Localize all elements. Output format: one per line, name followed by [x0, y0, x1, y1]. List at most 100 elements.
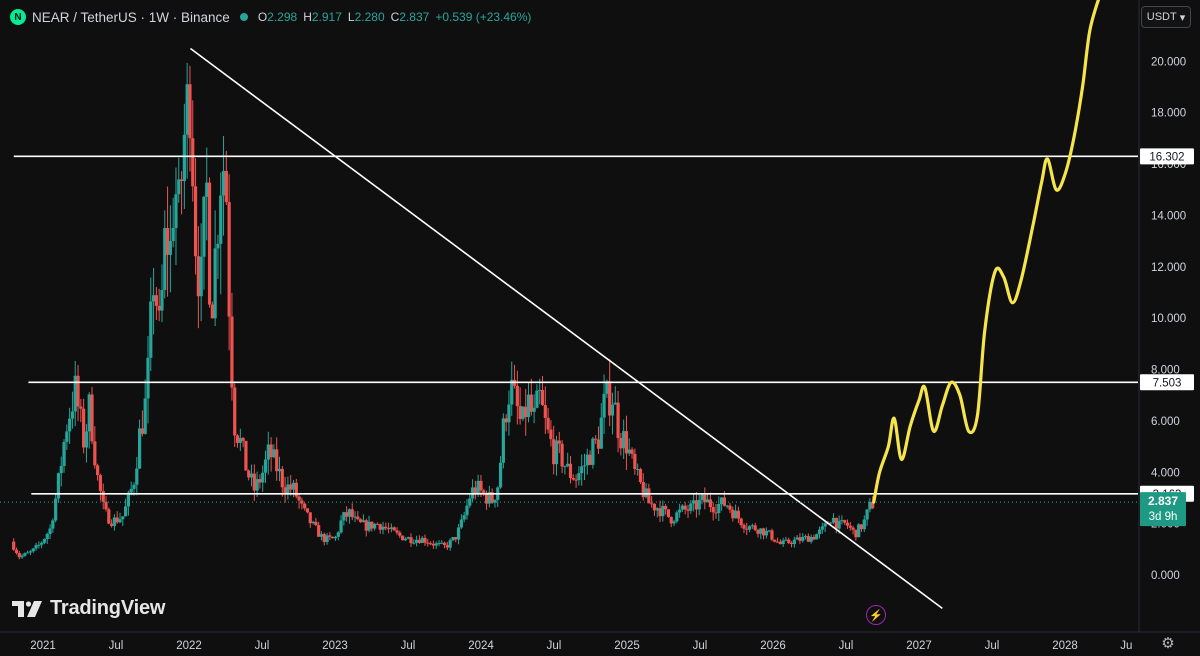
- lightning-icon[interactable]: ⚡: [866, 605, 886, 625]
- candle-body: [98, 475, 103, 492]
- candle-body: [510, 379, 514, 405]
- candle-body: [585, 454, 589, 466]
- tradingview-logo[interactable]: TradingView: [12, 597, 165, 620]
- x-tick-label: 2024: [468, 640, 494, 652]
- candle-body: [37, 544, 41, 546]
- candle-body: [70, 411, 75, 419]
- candle-body: [28, 551, 33, 553]
- candle-body: [342, 512, 346, 521]
- x-tick-label: Ju: [1120, 640, 1132, 652]
- candle-body: [521, 406, 525, 419]
- candle-body: [557, 440, 561, 444]
- candle-body: [454, 537, 458, 540]
- candle-body: [347, 509, 352, 517]
- candle-body: [627, 449, 631, 454]
- x-tick-label: Jul: [547, 640, 562, 652]
- y-tick-label: 6.000: [1151, 416, 1180, 428]
- x-tick-label: Jul: [985, 640, 1000, 652]
- near-logo-icon: N: [10, 9, 26, 25]
- candle-body: [303, 503, 307, 509]
- candle-body: [258, 479, 262, 483]
- candle-body: [132, 484, 136, 489]
- candle-body: [445, 545, 449, 548]
- currency-selector[interactable]: USDT ▾: [1141, 6, 1191, 28]
- candle-body: [470, 487, 475, 499]
- candle-body: [51, 520, 55, 529]
- candle-body: [823, 523, 827, 527]
- candle-body: [104, 501, 108, 510]
- candle-body: [353, 516, 357, 518]
- candle-body: [532, 407, 536, 412]
- candle-body: [658, 508, 662, 517]
- level-price-label: 7.503: [1153, 377, 1182, 389]
- candle-body: [815, 534, 819, 540]
- candle-body: [339, 520, 343, 533]
- symbol-title[interactable]: NEAR / TetherUS · 1W · Binance: [32, 10, 230, 25]
- candle-body: [703, 494, 707, 503]
- candle-body: [143, 398, 147, 434]
- candle-body: [733, 510, 738, 519]
- candle-body: [185, 84, 189, 135]
- candle-body: [389, 527, 394, 529]
- candle-body: [476, 480, 480, 494]
- candle-body: [129, 488, 133, 493]
- chart-area[interactable]: 0.0002.0004.0006.0008.00010.00012.00014.…: [0, 0, 1200, 656]
- candle-body: [199, 256, 203, 297]
- candle-body: [568, 463, 573, 479]
- candle-body: [328, 535, 332, 537]
- candle-body: [219, 195, 223, 244]
- candle-body: [165, 227, 170, 255]
- candle-body: [546, 417, 550, 430]
- candle-body: [624, 431, 629, 454]
- candle-body: [261, 472, 265, 483]
- candle-body: [680, 505, 685, 510]
- candle-body: [227, 202, 231, 317]
- ohlc-open: O2.298: [257, 10, 298, 24]
- candle-body: [697, 499, 701, 510]
- candle-body: [803, 536, 808, 538]
- candle-body: [65, 431, 69, 442]
- candle-body: [314, 521, 318, 526]
- candle-body: [384, 526, 388, 529]
- candle-body: [177, 179, 181, 195]
- candle-body: [272, 449, 276, 458]
- candles-group: [12, 63, 875, 560]
- candle-body: [101, 491, 105, 502]
- candle-body: [403, 538, 408, 541]
- candle-body: [79, 406, 83, 409]
- candle-body: [428, 543, 433, 545]
- candle-body: [789, 542, 794, 545]
- candle-body: [417, 539, 422, 543]
- candle-body: [535, 390, 539, 408]
- candle-body: [501, 418, 505, 463]
- candle-body: [392, 527, 396, 531]
- candle-body: [277, 468, 282, 472]
- candle-body: [672, 521, 676, 524]
- ohlc-close: C2.837: [390, 10, 430, 24]
- candle-body: [415, 539, 419, 543]
- gear-icon[interactable]: ⚙: [1159, 634, 1177, 652]
- candle-body: [409, 537, 413, 544]
- candle-body: [739, 518, 743, 526]
- candle-body: [151, 295, 156, 302]
- candle-body: [484, 493, 489, 504]
- candle-body: [655, 508, 659, 511]
- candle-body: [431, 543, 435, 546]
- candle-body: [717, 503, 721, 513]
- candle-body: [515, 385, 519, 407]
- candle-body: [594, 438, 598, 440]
- candle-body: [636, 468, 640, 470]
- candle-body: [434, 543, 438, 546]
- candle-body: [806, 536, 810, 542]
- candle-body: [543, 405, 547, 418]
- candle-body: [582, 465, 587, 467]
- candle-body: [456, 527, 461, 540]
- candle-body: [230, 316, 234, 388]
- candle-body: [213, 248, 217, 319]
- price-chart[interactable]: 0.0002.0004.0006.0008.00010.00012.00014.…: [0, 0, 1200, 656]
- candle-body: [479, 480, 483, 491]
- candle-body: [526, 394, 531, 418]
- candle-body: [725, 505, 729, 507]
- candle-body: [252, 473, 256, 491]
- candle-body: [179, 179, 184, 182]
